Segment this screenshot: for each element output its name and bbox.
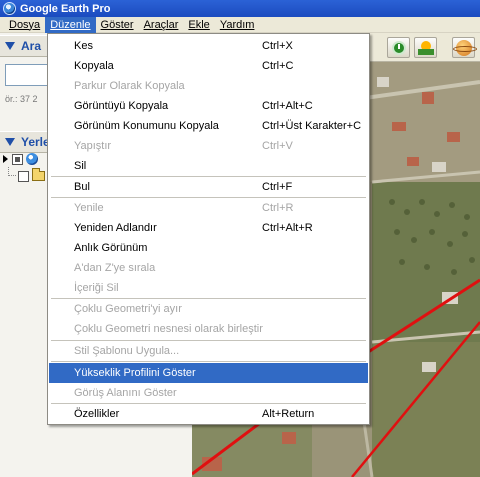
clock-icon — [391, 40, 406, 55]
tree-connector — [8, 167, 16, 176]
menu-item-gorus-alani-goster: Görüş Alanını Göster — [74, 387, 177, 399]
menu-goster[interactable]: Göster — [96, 17, 139, 33]
expand-arrow-icon[interactable] — [3, 155, 8, 163]
menu-item-kopyala[interactable]: Kopyala Ctrl+C — [49, 56, 368, 76]
places-panel-title: Yerle — [21, 135, 50, 149]
menu-item-anlik-gorunum[interactable]: Anlık Görünüm — [49, 238, 368, 258]
planet-icon — [452, 39, 477, 56]
edit-menu-dropdown: Kes Ctrl+X Kopyala Ctrl+C Parkur Olarak … — [47, 33, 370, 425]
globe-icon — [26, 153, 38, 165]
menu-item-parkur-olarak-kopyala: Parkur Olarak Kopyala — [74, 80, 185, 92]
sunlight-button[interactable] — [414, 37, 437, 58]
search-panel-title: Ara — [21, 39, 42, 53]
sun-icon — [417, 40, 434, 55]
menu-item-bul[interactable]: Bul Ctrl+F — [49, 177, 368, 197]
folder-icon — [32, 168, 45, 181]
menu-item-yeniden-adlandir[interactable]: Yeniden Adlandır Ctrl+Alt+R — [49, 218, 368, 238]
tree-checkbox[interactable] — [12, 153, 23, 165]
menu-ekle[interactable]: Ekle — [183, 17, 214, 33]
menu-item-a-z-sirala: A'dan Z'ye sırala — [74, 262, 156, 274]
tree-checkbox[interactable] — [18, 170, 29, 182]
menu-item-coklu-geometri-ayir: Çoklu Geometri'yi ayır — [74, 303, 182, 315]
historical-imagery-button[interactable] — [387, 37, 410, 58]
tree-row-my-places[interactable] — [3, 152, 38, 166]
menu-item-ozellikler[interactable]: Özellikler Alt+Return — [49, 404, 368, 424]
menu-duzenle[interactable]: Düzenle — [45, 16, 96, 33]
menu-item-kes[interactable]: Kes Ctrl+X — [49, 36, 368, 56]
collapse-triangle-icon — [5, 42, 15, 50]
menu-item-icerigi-sil: İçeriği Sil — [74, 282, 119, 294]
menu-item-sil[interactable]: Sil — [49, 156, 368, 176]
planets-button[interactable] — [452, 37, 477, 58]
menu-item-goruntuyu-kopyala[interactable]: Görüntüyü Kopyala Ctrl+Alt+C — [49, 96, 368, 116]
title-bar: Google Earth Pro — [0, 0, 480, 17]
google-earth-logo-icon — [3, 2, 16, 15]
collapse-triangle-icon — [5, 138, 15, 146]
menu-item-yukseklik-profili-goster[interactable]: Yükseklik Profilini Göster — [49, 363, 368, 383]
menu-item-stil-sablonu-uygula: Stil Şablonu Uygula... — [74, 345, 180, 357]
menu-yardim[interactable]: Yardım — [215, 17, 260, 33]
menu-item-coklu-geometri-birlestir: Çoklu Geometri nesnesi olarak birleştir — [74, 323, 263, 335]
search-example-text: ör.: 37 2 — [5, 94, 38, 104]
menu-item-yapistir: Yapıştır Ctrl+V — [74, 140, 293, 152]
menu-bar: Dosya Düzenle Göster Araçlar Ekle Yardım — [0, 16, 480, 33]
menu-item-yenile: Yenile Ctrl+R — [74, 202, 294, 214]
menu-dosya[interactable]: Dosya — [4, 17, 45, 33]
menu-item-gorunum-konumunu-kopyala[interactable]: Görünüm Konumunu Kopyala Ctrl+Üst Karakt… — [49, 116, 368, 136]
window-title: Google Earth Pro — [20, 2, 111, 15]
tree-row-temporary[interactable] — [18, 168, 45, 183]
menu-araclar[interactable]: Araçlar — [139, 17, 184, 33]
